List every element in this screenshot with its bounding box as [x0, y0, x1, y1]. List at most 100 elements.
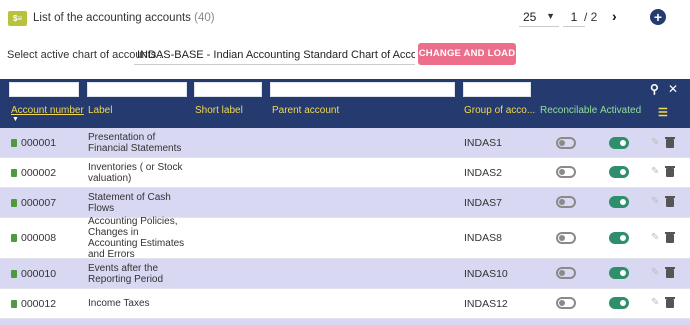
document-icon: [11, 198, 17, 207]
close-icon[interactable]: ✕: [668, 82, 678, 96]
column-parent-account[interactable]: Parent account: [272, 105, 339, 116]
chevron-right-icon[interactable]: ›: [612, 8, 617, 24]
page-size-select[interactable]: 25 ▼: [519, 9, 559, 27]
toggle-knob: [620, 169, 626, 175]
column-reconcilable[interactable]: Reconcilable: [540, 105, 597, 116]
table-row[interactable]: 000012 Income Taxes INDAS12 ✎: [0, 289, 690, 319]
account-number-text: 000001: [21, 136, 57, 149]
account-number[interactable]: 000007: [11, 188, 56, 217]
pencil-icon[interactable]: ✎: [651, 166, 659, 177]
trash-icon[interactable]: [665, 267, 675, 278]
sort-desc-icon: ▼: [12, 116, 19, 123]
account-group: INDAS1: [464, 136, 502, 149]
document-icon: [11, 299, 17, 308]
page-title: List of the accounting accounts (40): [33, 12, 215, 24]
table-row[interactable]: 000001 Presentation of Financial Stateme…: [0, 128, 690, 158]
table-header: ⚲ ✕ Account number ▼ Label Short label P…: [0, 79, 690, 128]
account-group: INDAS8: [464, 232, 502, 244]
list-columns-icon[interactable]: ☰: [658, 106, 668, 119]
filter-short-label[interactable]: [194, 82, 262, 97]
reconcilable-toggle[interactable]: [556, 196, 576, 208]
caret-down-icon: ▼: [546, 11, 555, 21]
filter-parent-account[interactable]: [270, 82, 455, 97]
account-label: Income Taxes: [88, 298, 150, 309]
reconcilable-toggle[interactable]: [556, 297, 576, 309]
reconcilable-toggle[interactable]: [556, 166, 576, 178]
account-group: INDAS2: [464, 166, 502, 179]
account-number[interactable]: 000002: [11, 158, 56, 187]
toggle-knob: [559, 169, 565, 175]
activated-toggle[interactable]: [609, 232, 629, 244]
document-icon: [11, 138, 17, 147]
account-label: Statement of Cash Flows: [88, 191, 171, 214]
account-label: Accounting Policies, Changes in Accounti…: [88, 216, 185, 260]
table-row[interactable]: 000007 Statement of Cash Flows INDAS7 ✎: [0, 188, 690, 218]
pencil-icon[interactable]: ✎: [651, 137, 659, 148]
filter-label[interactable]: [87, 82, 187, 97]
reconcilable-toggle[interactable]: [556, 267, 576, 279]
account-number-text: 000002: [21, 166, 57, 179]
account-group: INDAS10: [464, 267, 508, 280]
accounts-table: ⚲ ✕ Account number ▼ Label Short label P…: [0, 79, 690, 325]
document-icon: [11, 234, 17, 242]
account-number[interactable]: 000008: [11, 218, 56, 258]
column-label[interactable]: Label: [88, 105, 112, 116]
trash-icon[interactable]: [665, 137, 675, 148]
record-count: (40): [194, 12, 215, 24]
toggle-knob: [559, 235, 565, 241]
pencil-icon[interactable]: ✎: [651, 267, 659, 278]
account-number-text: 000007: [21, 196, 57, 209]
table-row[interactable]: 000010 Events after the Reporting Period…: [0, 259, 690, 289]
column-activated[interactable]: Activated: [600, 105, 641, 116]
account-group: INDAS7: [464, 196, 502, 209]
activated-toggle[interactable]: [609, 196, 629, 208]
account-number-text: 000010: [21, 267, 57, 280]
toggle-knob: [559, 199, 565, 205]
table-row[interactable]: 000008 Accounting Policies, Changes in A…: [0, 216, 690, 260]
top-bar: $≡ List of the accounting accounts (40) …: [0, 0, 690, 36]
account-number[interactable]: 000001: [11, 128, 56, 157]
page-size-value: 25: [523, 10, 537, 24]
toggle-knob: [620, 140, 626, 146]
filter-account-number[interactable]: [9, 82, 79, 97]
list-money-icon: $≡: [8, 11, 27, 26]
activated-toggle[interactable]: [609, 297, 629, 309]
reconcilable-toggle[interactable]: [556, 232, 576, 244]
chart-selector-row: Select active chart of accounts : INDAS-…: [0, 42, 690, 68]
document-icon: [11, 168, 17, 177]
toggle-knob: [620, 300, 626, 306]
chart-of-accounts-select[interactable]: INDAS-BASE - Indian Accounting Standard …: [134, 46, 415, 65]
change-and-load-button[interactable]: CHANGE AND LOAD: [418, 43, 516, 65]
account-number-text: 000012: [21, 297, 57, 310]
trash-icon[interactable]: [665, 232, 675, 243]
toggle-knob: [620, 199, 626, 205]
filter-group[interactable]: [463, 82, 531, 97]
pencil-icon[interactable]: ✎: [651, 297, 659, 308]
account-number[interactable]: 000010: [11, 259, 56, 288]
trash-icon[interactable]: [665, 196, 675, 207]
reconcilable-toggle[interactable]: [556, 137, 576, 149]
page-total: / 2: [584, 10, 598, 24]
column-group[interactable]: Group of acco...: [464, 105, 535, 116]
table-row: [0, 319, 690, 325]
column-short-label[interactable]: Short label: [195, 105, 243, 116]
toggle-knob: [620, 270, 626, 276]
activated-toggle[interactable]: [609, 137, 629, 149]
table-row[interactable]: 000002 Inventories ( or Stock valuation)…: [0, 158, 690, 188]
toggle-knob: [559, 270, 565, 276]
search-icon[interactable]: ⚲: [650, 82, 659, 96]
toggle-knob: [620, 235, 626, 241]
trash-icon[interactable]: [665, 297, 675, 308]
account-label: Presentation of Financial Statements: [88, 131, 182, 154]
activated-toggle[interactable]: [609, 166, 629, 178]
activated-toggle[interactable]: [609, 267, 629, 279]
current-page-input[interactable]: 1: [563, 9, 585, 27]
pencil-icon[interactable]: ✎: [651, 196, 659, 207]
column-account-number[interactable]: Account number: [11, 105, 84, 116]
account-number-text: 000008: [21, 232, 57, 244]
pencil-icon[interactable]: ✎: [651, 232, 659, 243]
document-icon: [11, 269, 17, 278]
plus-circle-icon[interactable]: +: [650, 9, 666, 25]
account-number[interactable]: 000012: [11, 289, 56, 318]
trash-icon[interactable]: [665, 166, 675, 177]
